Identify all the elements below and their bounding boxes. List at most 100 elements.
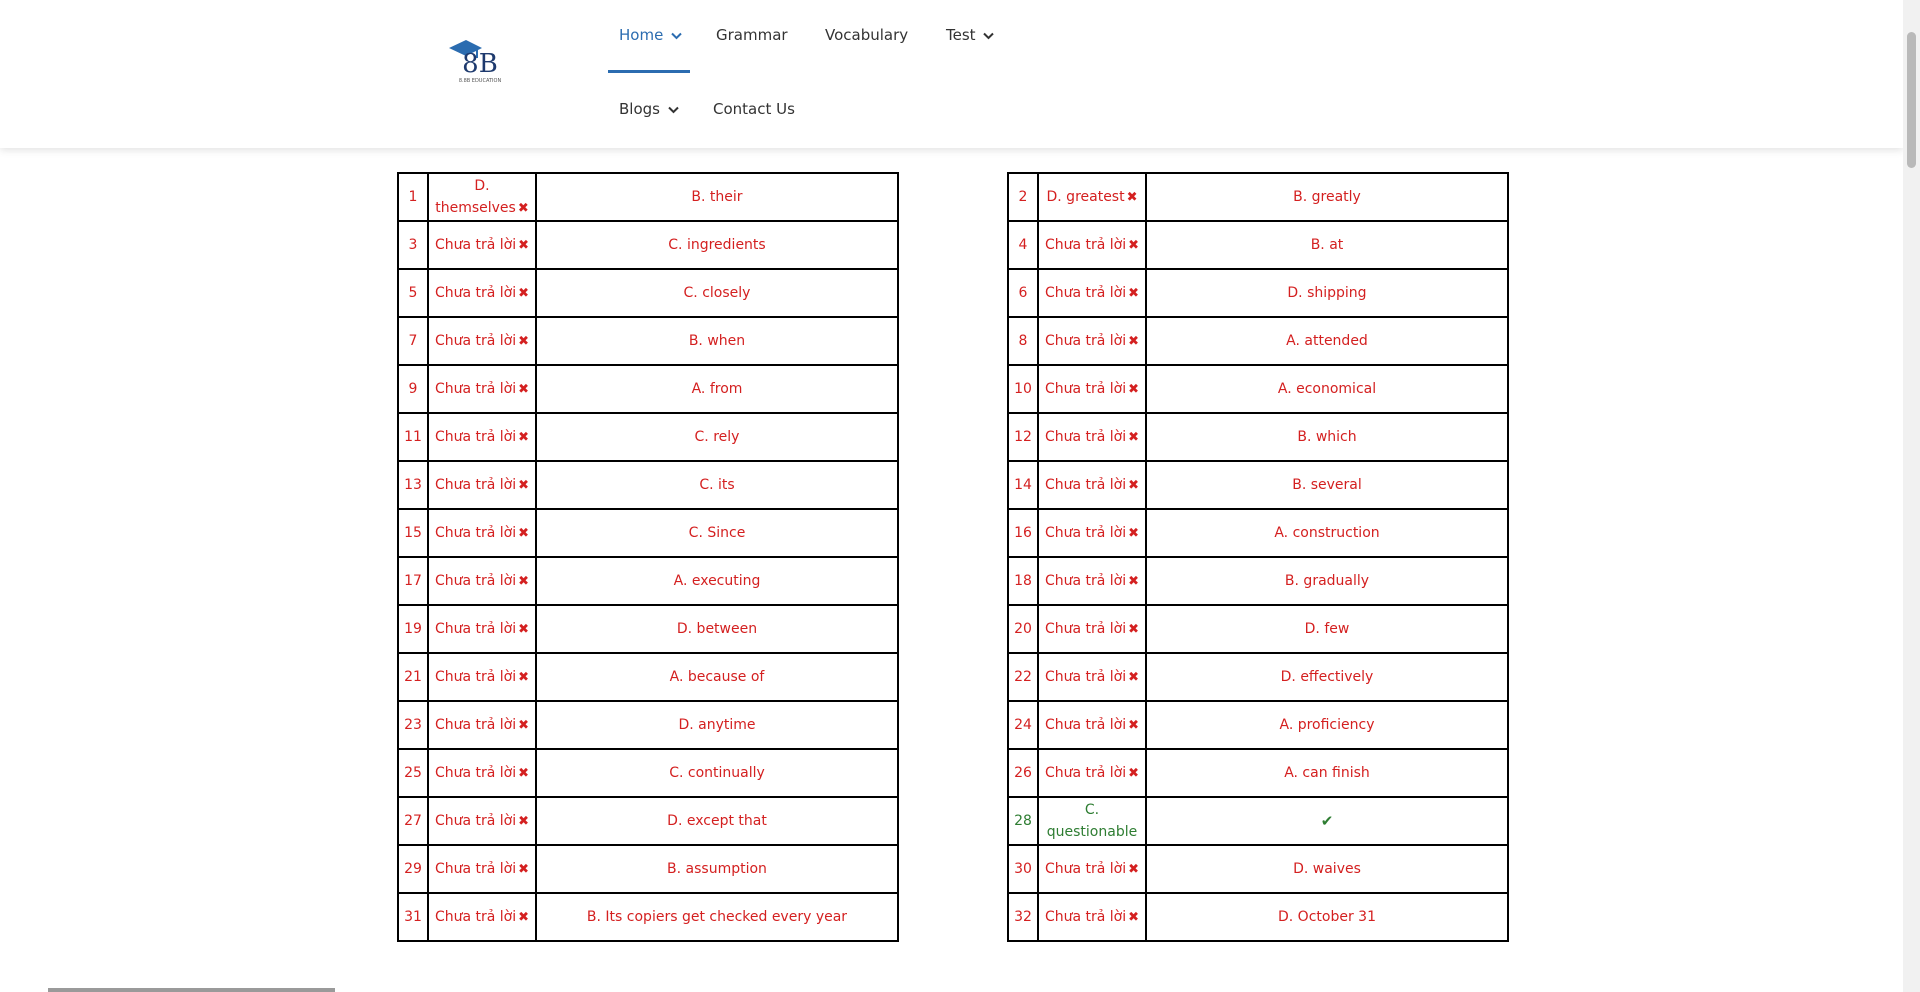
user-answer-cell: Chưa trả lời ✖ [1037, 220, 1147, 270]
table-row: 7 Chưa trả lời ✖ B. when [397, 316, 899, 366]
user-answer: Chưa trả lời [1044, 380, 1127, 397]
table-row: 15 Chưa trả lời ✖ C. Since [397, 508, 899, 558]
correct-answer-cell: ✔ [1145, 796, 1509, 846]
table-row: 25 Chưa trả lời ✖ C. continually [397, 748, 899, 798]
question-number: 16 [1007, 508, 1039, 558]
user-answer: Chưa trả lời [434, 236, 517, 253]
cross-icon: ✖ [518, 573, 530, 589]
table-row: 10 Chưa trả lời ✖ A. economical [1007, 364, 1509, 414]
chevron-down-icon [671, 32, 682, 39]
correct-answer-cell: D. shipping [1145, 268, 1509, 318]
question-number: 24 [1007, 700, 1039, 750]
user-answer-cell: Chưa trả lời ✖ [1037, 460, 1147, 510]
user-answer: Chưa trả lời [434, 380, 517, 397]
cross-icon: ✖ [1128, 621, 1140, 637]
table-row: 16 Chưa trả lời ✖ A. construction [1007, 508, 1509, 558]
cross-icon: ✖ [1128, 381, 1140, 397]
user-answer: Chưa trả lời [434, 812, 517, 829]
user-answer: Chưa trả lời [1044, 524, 1127, 541]
user-answer-cell: Chưa trả lời ✖ [427, 460, 537, 510]
table-row: 29 Chưa trả lời ✖ B. assumption [397, 844, 899, 894]
correct-answer-cell: B. at [1145, 220, 1509, 270]
cross-icon: ✖ [518, 813, 530, 829]
user-answer-cell: Chưa trả lời ✖ [1037, 748, 1147, 798]
table-row: 21 Chưa trả lời ✖ A. because of [397, 652, 899, 702]
cross-icon: ✖ [518, 381, 530, 397]
user-answer: Chưa trả lời [1044, 236, 1127, 253]
user-answer: Chưa trả lời [434, 908, 517, 925]
chevron-down-icon [668, 106, 679, 113]
correct-answer-cell: B. Its copiers get checked every year [535, 892, 899, 942]
user-answer-cell: D. greatest ✖ [1037, 172, 1147, 222]
nav-grammar[interactable]: Grammar [716, 26, 788, 44]
question-number: 29 [397, 844, 429, 894]
question-number: 13 [397, 460, 429, 510]
correct-answer-cell: B. which [1145, 412, 1509, 462]
user-answer-cell: C. questionable [1037, 796, 1147, 846]
logo-tagline: 8.8B EDUCATION [459, 78, 502, 84]
user-answer-cell: Chưa trả lời ✖ [427, 748, 537, 798]
scrollbar-thumb[interactable] [1907, 32, 1916, 168]
question-number: 32 [1007, 892, 1039, 942]
question-number: 18 [1007, 556, 1039, 606]
question-number: 14 [1007, 460, 1039, 510]
correct-answer-cell: A. executing [535, 556, 899, 606]
user-answer-cell: Chưa trả lời ✖ [1037, 412, 1147, 462]
user-answer: Chưa trả lời [1044, 908, 1127, 925]
question-number: 8 [1007, 316, 1039, 366]
user-answer: D. themselves [435, 177, 516, 216]
cross-icon: ✖ [518, 237, 530, 253]
user-answer-cell: Chưa trả lời ✖ [427, 652, 537, 702]
user-answer-cell: Chưa trả lời ✖ [1037, 556, 1147, 606]
user-answer-cell: Chưa trả lời ✖ [1037, 364, 1147, 414]
nav-test[interactable]: Test [946, 26, 995, 44]
table-row: 23 Chưa trả lời ✖ D. anytime [397, 700, 899, 750]
correct-answer-cell: B. gradually [1145, 556, 1509, 606]
user-answer-cell: Chưa trả lời ✖ [427, 364, 537, 414]
question-number: 27 [397, 796, 429, 846]
question-number: 6 [1007, 268, 1039, 318]
user-answer: Chưa trả lời [1044, 860, 1127, 877]
horizontal-scroll-indicator [48, 988, 335, 992]
cross-icon: ✖ [1128, 285, 1140, 301]
correct-answer-cell: D. waives [1145, 844, 1509, 894]
correct-answer-cell: B. several [1145, 460, 1509, 510]
user-answer: Chưa trả lời [434, 428, 517, 445]
user-answer-cell: Chưa trả lời ✖ [427, 700, 537, 750]
cross-icon: ✖ [1128, 237, 1140, 253]
user-answer-cell: Chưa trả lời ✖ [427, 604, 537, 654]
correct-answer-cell: A. economical [1145, 364, 1509, 414]
table-row: 13 Chưa trả lời ✖ C. its [397, 460, 899, 510]
table-row: 1 D. themselves ✖ B. their [397, 172, 899, 222]
user-answer: C. questionable [1046, 802, 1138, 840]
nav-vocabulary[interactable]: Vocabulary [825, 26, 908, 44]
question-number: 11 [397, 412, 429, 462]
cross-icon: ✖ [518, 333, 530, 349]
user-answer-cell: Chưa trả lời ✖ [427, 796, 537, 846]
table-row: 11 Chưa trả lời ✖ C. rely [397, 412, 899, 462]
cross-icon: ✖ [1128, 477, 1140, 493]
cross-icon: ✖ [518, 621, 530, 637]
logo[interactable]: 8B 8.8B EDUCATION [446, 36, 504, 92]
user-answer-cell: Chưa trả lời ✖ [427, 508, 537, 558]
nav-contact[interactable]: Contact Us [713, 100, 795, 118]
nav-blogs[interactable]: Blogs [619, 100, 679, 118]
user-answer-cell: Chưa trả lời ✖ [427, 844, 537, 894]
question-number: 26 [1007, 748, 1039, 798]
question-number: 30 [1007, 844, 1039, 894]
cross-icon: ✖ [518, 861, 530, 877]
user-answer: Chưa trả lời [1044, 332, 1127, 349]
table-row: 3 Chưa trả lời ✖ C. ingredients [397, 220, 899, 270]
scrollbar[interactable] [1903, 0, 1920, 992]
user-answer: Chưa trả lời [434, 476, 517, 493]
correct-answer-cell: D. anytime [535, 700, 899, 750]
correct-answer-cell: C. rely [535, 412, 899, 462]
site-header: 8B 8.8B EDUCATION Home Grammar Vocabular… [0, 0, 1903, 148]
correct-answer-cell: D. October 31 [1145, 892, 1509, 942]
user-answer: Chưa trả lời [434, 332, 517, 349]
user-answer-cell: Chưa trả lời ✖ [1037, 892, 1147, 942]
user-answer-cell: Chưa trả lời ✖ [1037, 652, 1147, 702]
logo-text: 8B [462, 49, 498, 79]
user-answer: Chưa trả lời [1044, 572, 1127, 589]
nav-home[interactable]: Home [619, 26, 682, 44]
